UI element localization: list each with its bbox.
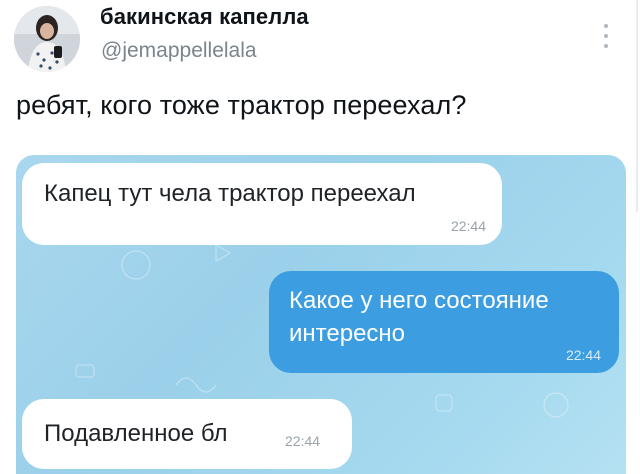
tweet-card: бакинская капелла @jemappellelala ребят,… <box>0 0 640 474</box>
message-text: Подавленное бл <box>44 420 228 447</box>
user-handle[interactable]: @jemappellelala <box>101 39 257 63</box>
message-time: 22:44 <box>565 347 601 363</box>
message-text: Какое у него состояние интересно <box>289 287 549 347</box>
avatar-photo <box>14 6 80 72</box>
chat-message-incoming: Капец тут чела трактор переехал 22:44 <box>22 163 502 245</box>
message-time: 22:44 <box>285 433 321 449</box>
tweet-media-image[interactable]: Капец тут чела трактор переехал 22:44 Ка… <box>16 155 626 474</box>
more-dot <box>604 24 608 28</box>
message-time: 22:44 <box>450 218 486 234</box>
tweet-text: ребят, кого тоже трактор переехал? <box>16 90 467 120</box>
more-vertical-icon[interactable] <box>600 24 612 48</box>
more-dot <box>604 44 608 48</box>
avatar[interactable] <box>14 6 80 72</box>
display-name[interactable]: бакинская капелла <box>100 4 309 30</box>
chat-message-outgoing: Какое у него состояние интересно 22:44 <box>269 271 619 373</box>
message-text: Капец тут чела трактор переехал <box>44 180 416 207</box>
more-dot <box>604 34 608 38</box>
divider <box>636 0 638 212</box>
chat-message-incoming: Подавленное бл 22:44 <box>22 399 352 469</box>
